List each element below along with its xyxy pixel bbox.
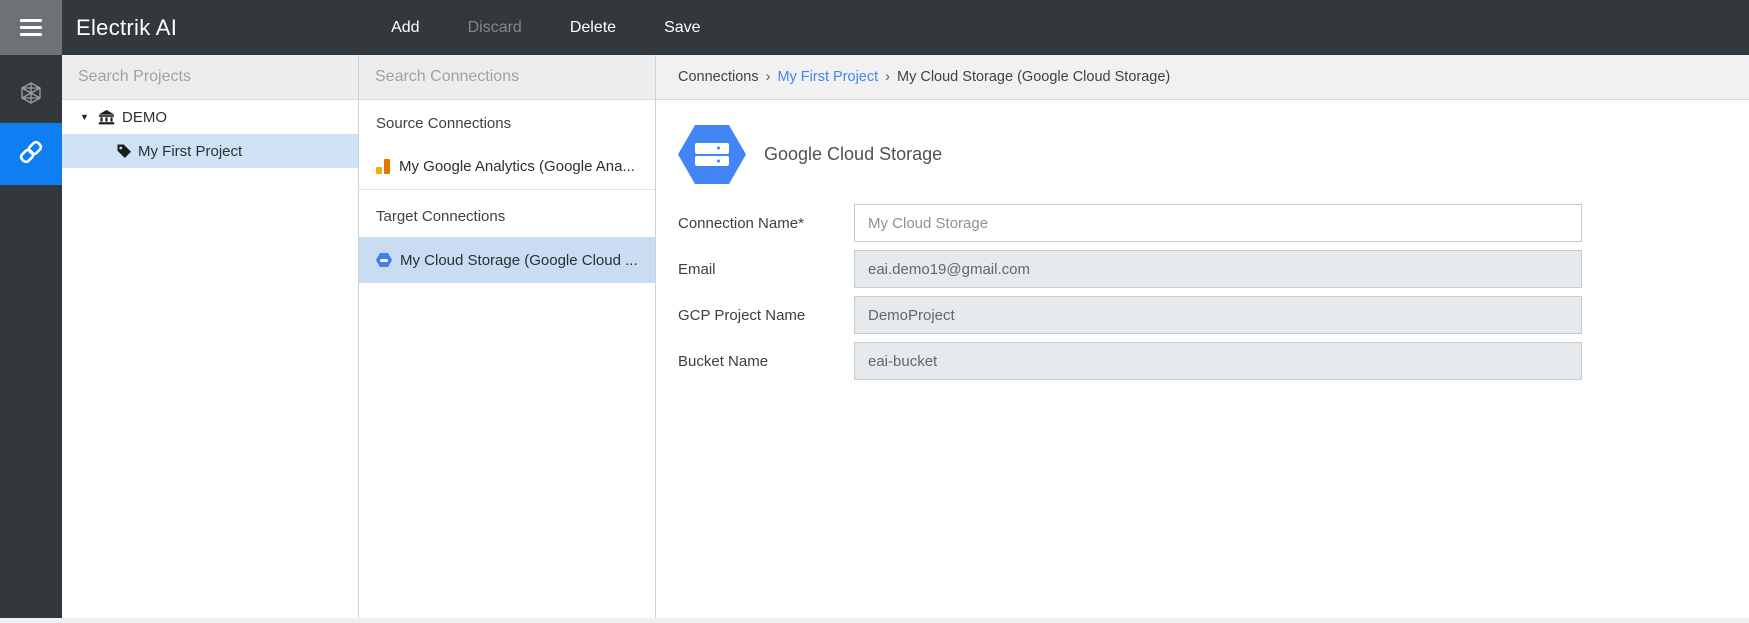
tree-node-org[interactable]: ▼ DEMO [62, 100, 358, 134]
tag-icon [116, 143, 132, 159]
connection-name-input[interactable] [854, 204, 1582, 242]
connection-item-label: My Google Analytics (Google Ana... [399, 158, 635, 175]
gcp-project-name-label: GCP Project Name [678, 306, 806, 324]
connection-form: Connection Name* Email GCP Project Name … [678, 204, 1749, 380]
hamburger-icon [20, 26, 42, 29]
target-connections-header: Target Connections [376, 208, 506, 225]
source-connections-header: Source Connections [376, 115, 512, 132]
bucket-name-label: Bucket Name [678, 352, 769, 370]
breadcrumb: Connections › My First Project › My Clou… [656, 55, 1749, 100]
horizontal-scrollbar-track[interactable] [0, 618, 1749, 623]
connection-item-cloud-storage[interactable]: My Cloud Storage (Google Cloud ... [359, 237, 655, 283]
organization-icon [98, 109, 115, 125]
link-icon [17, 138, 45, 171]
chevron-down-icon[interactable]: ▼ [80, 112, 92, 122]
breadcrumb-root: Connections [678, 69, 759, 85]
connection-name-label: Connection Name* [678, 214, 804, 232]
tree-node-project[interactable]: My First Project [62, 134, 358, 168]
breadcrumb-project-link[interactable]: My First Project [777, 69, 878, 85]
nav-connections-item[interactable] [0, 123, 62, 185]
hamburger-icon [20, 19, 42, 22]
hexagon-wireframe-icon [19, 81, 43, 110]
form-row-bucket-name: Bucket Name [678, 342, 1749, 380]
form-row-connection-name: Connection Name* [678, 204, 1749, 242]
google-cloud-storage-icon [678, 125, 746, 184]
app-title: Electrik AI [76, 14, 178, 40]
topbar-actions: Add Discard Delete Save [389, 15, 702, 41]
form-row-gcp-project: GCP Project Name [678, 296, 1749, 334]
hamburger-menu-button[interactable] [0, 0, 62, 55]
connection-detail-header: Google Cloud Storage [678, 125, 1749, 184]
save-button[interactable]: Save [662, 15, 702, 41]
projects-panel: ▼ DEMO My First Project [62, 55, 359, 618]
search-projects-input[interactable] [62, 55, 358, 100]
hamburger-icon [20, 33, 42, 36]
connections-panel: Source Connections My Google Analytics (… [359, 55, 656, 618]
gcp-project-name-field [854, 296, 1582, 334]
left-nav-rail [0, 55, 62, 618]
discard-button[interactable]: Discard [466, 15, 524, 41]
topbar: Electrik AI Add Discard Delete Save [0, 0, 1749, 55]
breadcrumb-current: My Cloud Storage (Google Cloud Storage) [897, 69, 1171, 85]
search-connections-input[interactable] [359, 55, 655, 100]
tree-node-label: DEMO [122, 108, 167, 126]
connection-item-label: My Cloud Storage (Google Cloud ... [400, 251, 638, 269]
connection-type-title: Google Cloud Storage [764, 144, 943, 164]
breadcrumb-separator: › [885, 69, 890, 85]
google-analytics-icon [376, 159, 391, 174]
email-label: Email [678, 260, 716, 278]
connection-item-google-analytics[interactable]: My Google Analytics (Google Ana... [359, 144, 655, 190]
add-button[interactable]: Add [389, 15, 421, 41]
breadcrumb-separator: › [765, 69, 771, 85]
tree-node-label: My First Project [138, 142, 243, 160]
email-field [854, 250, 1582, 288]
google-cloud-storage-icon [376, 253, 392, 267]
bucket-name-field [854, 342, 1582, 380]
form-row-email: Email [678, 250, 1749, 288]
main-content: Connections › My First Project › My Clou… [656, 55, 1749, 618]
nav-projects-item[interactable] [0, 67, 62, 123]
delete-button[interactable]: Delete [568, 15, 618, 41]
